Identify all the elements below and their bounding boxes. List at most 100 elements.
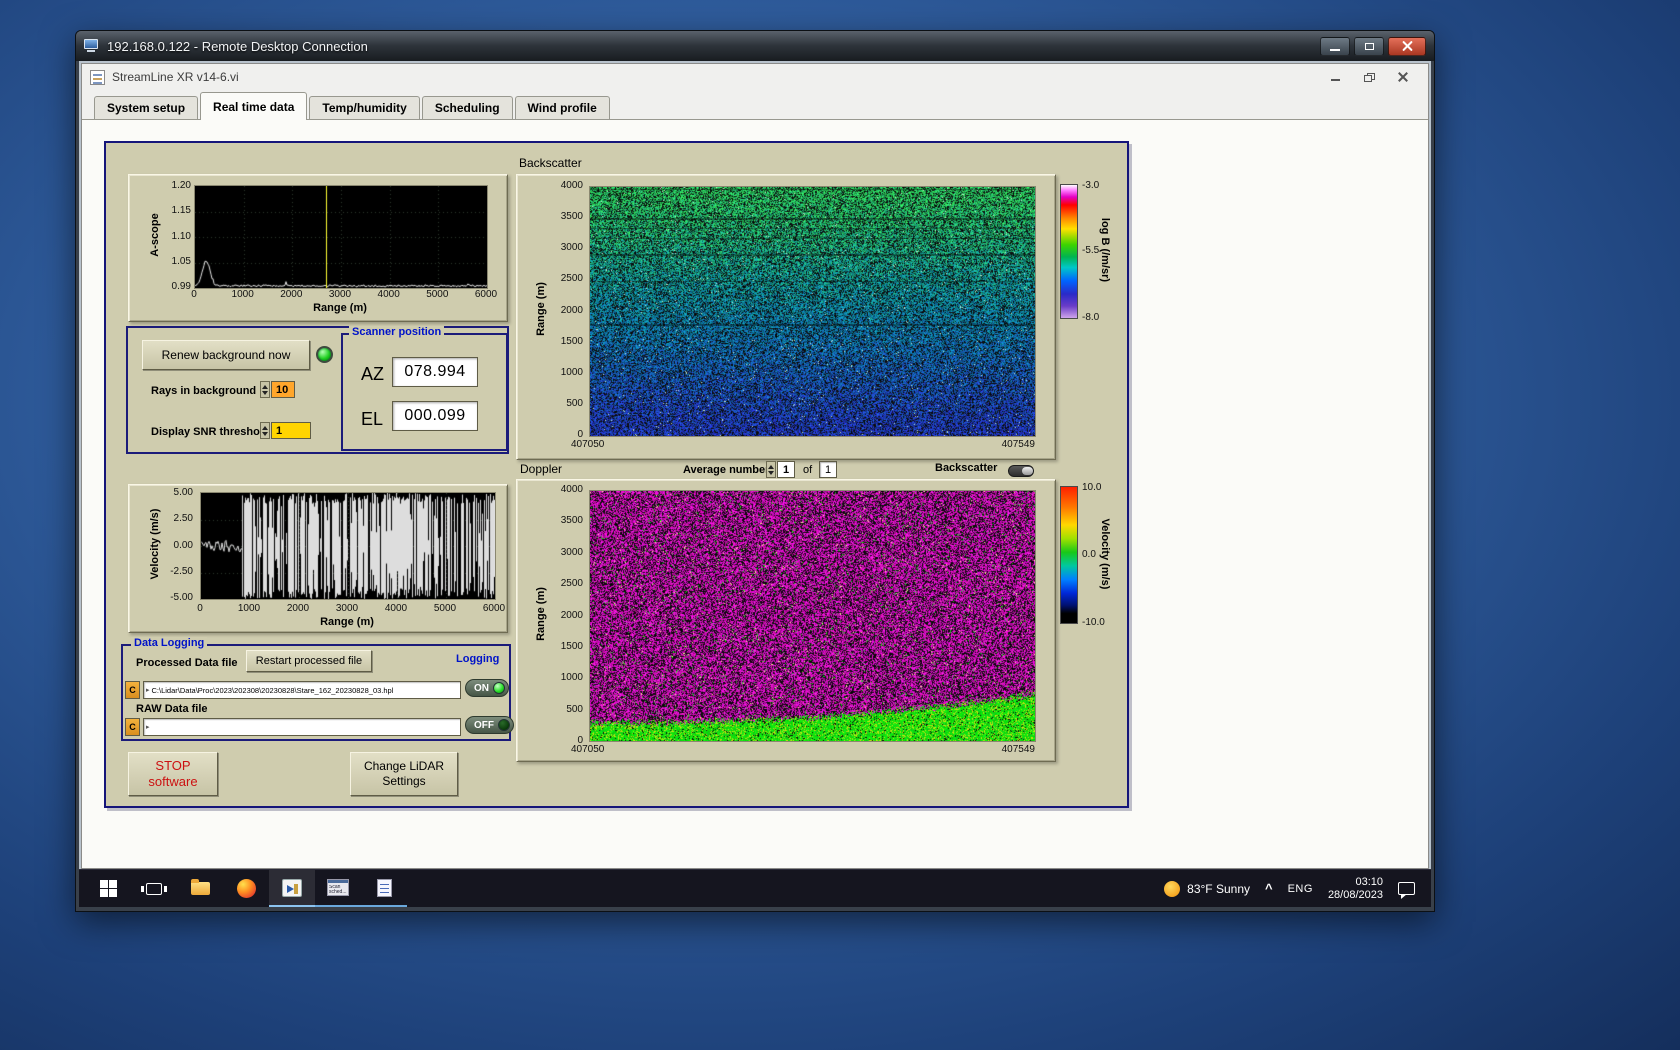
weather-text: 83°F Sunny — [1187, 881, 1250, 896]
document-taskbar-button[interactable] — [361, 870, 407, 907]
doppler-x-start: 407050 — [571, 744, 605, 755]
remote-desktop: StreamLine XR v14-6.vi System setup Real… — [79, 61, 1431, 907]
tab-real-time-data[interactable]: Real time data — [200, 92, 308, 120]
task-view-button[interactable] — [131, 870, 177, 907]
remote-desktop-icon — [84, 39, 100, 53]
average-number-value[interactable]: 1 — [777, 461, 795, 478]
firefox-button[interactable] — [223, 870, 269, 907]
spinner-arrows-icon[interactable] — [766, 461, 776, 478]
backscatter-heatmap — [589, 186, 1036, 437]
renew-background-led-icon — [316, 346, 333, 363]
doppler-y-axis-label: Range (m) — [535, 587, 547, 641]
sun-icon — [1164, 880, 1181, 897]
tab-wind-profile[interactable]: Wind profile — [514, 96, 610, 119]
clock[interactable]: 03:10 28/08/2023 — [1328, 876, 1383, 902]
logging-off-led-icon — [498, 719, 510, 731]
document-icon — [376, 878, 392, 897]
velocity-y-ticks: 5.00 2.50 0.00 -2.50 -5.00 — [170, 487, 193, 603]
average-number-label: Average number — [683, 464, 770, 476]
raw-logging-toggle[interactable]: OFF — [465, 716, 514, 734]
tab-page: Backscatter Doppler A-scope 1.20 1.15 1.… — [82, 120, 1428, 868]
start-button[interactable] — [85, 870, 131, 907]
processed-logging-toggle[interactable]: ON — [465, 679, 509, 697]
streamline-app-icon — [282, 878, 302, 897]
path-browse-icon[interactable]: ▸ — [146, 686, 150, 694]
average-number-control[interactable]: 1 — [766, 461, 795, 478]
close-icon — [1398, 72, 1408, 82]
clock-date: 28/08/2023 — [1327, 888, 1383, 901]
renew-background-button[interactable]: Renew background now — [142, 340, 310, 370]
logging-on-led-icon — [493, 682, 505, 694]
raw-drive-button[interactable]: C — [125, 718, 140, 736]
restore-icon — [1363, 72, 1375, 82]
processed-path-text: C:\Lidar\Data\Proc\2023\202308\20230828\… — [151, 685, 394, 695]
raw-path-field[interactable]: ▸ — [143, 718, 461, 736]
taskbar: Scan sched... 83°F Sunny ^ ENG 03:10 28/… — [79, 869, 1431, 907]
tab-bar: System setup Real time data Temp/humidit… — [82, 90, 1428, 120]
data-logging-title: Data Logging — [131, 637, 208, 649]
backscatter-colorbar — [1060, 184, 1078, 319]
spinner-arrows-icon[interactable] — [260, 381, 270, 398]
app-window-icon: Scan sched... — [327, 879, 349, 896]
restart-processed-file-button[interactable]: Restart processed file — [246, 650, 372, 672]
doppler-colorbar — [1060, 486, 1078, 624]
processed-data-file-label: Processed Data file — [136, 657, 238, 669]
rdp-minimize-button[interactable] — [1320, 36, 1350, 56]
snr-threshold-control[interactable]: 1 — [260, 422, 311, 439]
path-browse-icon[interactable]: ▸ — [146, 723, 150, 731]
windows-logo-icon — [99, 880, 117, 897]
vi-file-icon — [90, 69, 105, 85]
weather-widget[interactable]: 83°F Sunny — [1164, 880, 1250, 897]
azimuth-label: AZ — [361, 364, 385, 384]
doppler-x-end: 407549 — [1001, 744, 1035, 755]
file-explorer-button[interactable] — [177, 870, 223, 907]
spinner-arrows-icon[interactable] — [260, 422, 270, 439]
rdp-close-button[interactable] — [1388, 36, 1426, 56]
processed-drive-button[interactable]: C — [125, 681, 140, 699]
backscatter-colorbar-label: log B (/m/sr) — [1099, 217, 1111, 283]
processed-path-field[interactable]: ▸ C:\Lidar\Data\Proc\2023\202308\2023082… — [143, 681, 461, 699]
app-minimize-button[interactable] — [1318, 67, 1352, 87]
rays-in-background-value[interactable]: 10 — [271, 381, 295, 398]
scan-scheduler-taskbar-button[interactable]: Scan sched... — [315, 870, 361, 907]
change-lidar-settings-button[interactable]: Change LiDAR Settings — [350, 752, 458, 796]
of-label: of — [803, 464, 813, 476]
ascope-plot[interactable] — [194, 185, 488, 289]
stop-software-button[interactable]: STOP software — [128, 752, 218, 796]
app-restore-button[interactable] — [1352, 67, 1386, 87]
rdp-restore-button[interactable] — [1354, 36, 1384, 56]
notification-center-icon[interactable] — [1398, 882, 1415, 899]
raw-data-file-label: RAW Data file — [136, 703, 208, 715]
language-indicator[interactable]: ENG — [1288, 883, 1313, 895]
close-icon — [1401, 40, 1413, 52]
rays-in-background-control[interactable]: 10 — [260, 381, 295, 398]
ascope-plot-group: A-scope 1.20 1.15 1.10 1.05 0.99 0 1000 … — [128, 174, 508, 322]
app-close-button[interactable] — [1386, 67, 1420, 87]
tab-temp-humidity[interactable]: Temp/humidity — [309, 96, 420, 119]
rdp-titlebar[interactable]: 192.168.0.122 - Remote Desktop Connectio… — [76, 31, 1434, 61]
ascope-y-ticks: 1.20 1.15 1.10 1.05 0.99 — [171, 180, 191, 292]
scanner-position-title: Scanner position — [349, 326, 445, 338]
tray-expand-chevron[interactable]: ^ — [1265, 881, 1273, 896]
average-count-value: 1 — [819, 461, 837, 478]
background-controls-box: Renew background now Rays in background … — [126, 326, 509, 454]
backscatter-doppler-toggle[interactable] — [1008, 465, 1034, 477]
streamline-taskbar-button[interactable] — [269, 870, 315, 907]
velocity-x-axis-label: Range (m) — [320, 616, 374, 628]
clock-time: 03:10 — [1355, 875, 1383, 888]
tab-scheduling[interactable]: Scheduling — [421, 96, 513, 119]
minimize-icon — [1330, 48, 1340, 51]
backscatter-plot-group: Range (m) 4000 3500 3000 2500 2000 1500 … — [516, 174, 1056, 460]
tab-system-setup[interactable]: System setup — [94, 96, 199, 119]
streamline-app-window: StreamLine XR v14-6.vi System setup Real… — [81, 63, 1429, 869]
snr-threshold-value[interactable]: 1 — [271, 422, 311, 439]
rays-in-background-label: Rays in background — [151, 385, 257, 397]
azimuth-value: 078.994 — [392, 357, 478, 387]
app-titlebar[interactable]: StreamLine XR v14-6.vi — [82, 64, 1428, 90]
logging-label: Logging — [453, 653, 503, 665]
snr-threshold-label: Display SNR threshold — [151, 426, 270, 438]
velocity-plot-group: Velocity (m/s) 5.00 2.50 0.00 -2.50 -5.0… — [128, 484, 508, 633]
minimize-icon — [1330, 79, 1340, 81]
rdp-window: 192.168.0.122 - Remote Desktop Connectio… — [75, 30, 1435, 912]
ascope-y-axis-label: A-scope — [149, 213, 161, 257]
